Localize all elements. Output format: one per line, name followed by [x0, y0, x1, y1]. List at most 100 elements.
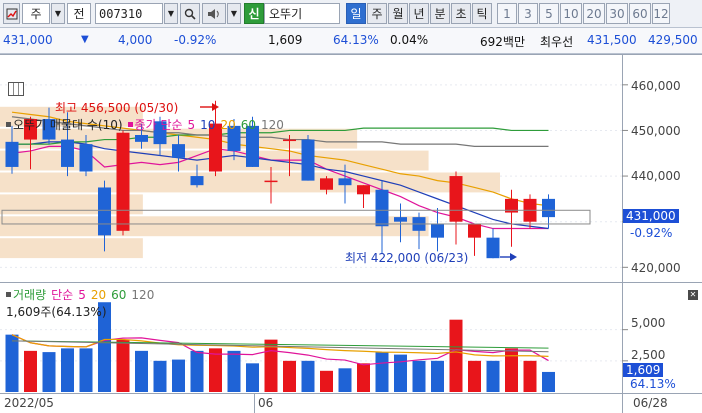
volume-bar-8 — [153, 360, 167, 392]
period-tab-3[interactable]: 년 — [409, 3, 429, 24]
volume-ratio: 64.13% — [333, 33, 379, 47]
speaker-icon[interactable] — [202, 3, 226, 24]
volume-bar-29 — [542, 371, 555, 392]
candle-26 — [486, 228, 500, 259]
code-value: 007310 — [99, 6, 143, 21]
price-tick-420000: 420,000 — [631, 261, 681, 275]
volume-bar-0 — [5, 334, 19, 392]
volume-profile-band-1 — [0, 238, 143, 259]
volume-bar-1 — [24, 350, 37, 392]
chart-area[interactable]: 오뚜기 매물대 수(10) 종가 단순 5 10 20 60 120 460,000 450… — [0, 54, 702, 413]
volume-bar-21 — [394, 354, 407, 392]
stock-name-field[interactable]: 오뚜기 — [264, 3, 340, 24]
volume-bar-2 — [42, 352, 56, 392]
timeframe-tab-3[interactable]: 3 — [518, 3, 538, 24]
volume-bar-3 — [61, 348, 74, 392]
candle-11 — [209, 100, 222, 177]
period-tab-0[interactable]: 일 — [346, 3, 366, 24]
volume-bar-18 — [338, 368, 352, 392]
volume-bar-17 — [320, 370, 333, 392]
timeframe-tab-1[interactable]: 1 — [497, 3, 517, 24]
candle-body-25 — [468, 223, 481, 238]
price-tick-460000: 460,000 — [631, 79, 681, 93]
volume-bar-25 — [468, 360, 481, 392]
vol-legend-ma-label: 단순 — [51, 288, 74, 302]
volume-bar-27 — [505, 348, 518, 392]
legend-bullet — [6, 122, 11, 127]
volume-bar-6 — [116, 339, 130, 392]
candle-body-5 — [98, 187, 111, 236]
legend-ma120: 120 — [261, 118, 284, 132]
market-dropdown-icon[interactable]: ▼ — [51, 3, 65, 24]
candle-body-10 — [190, 176, 204, 186]
market-select[interactable]: 주 — [22, 3, 50, 24]
candle-body-6 — [116, 132, 130, 231]
price-change: 4,000 — [118, 33, 153, 47]
low-annotation: 최저 422,000 (06/23) — [345, 251, 469, 265]
volume-profile-band-4 — [0, 172, 500, 193]
candle-19 — [357, 185, 370, 208]
legend-ma10: 10 — [200, 118, 216, 132]
code-input[interactable]: 007310 — [95, 3, 163, 24]
candle-body-4 — [79, 144, 93, 172]
current-volume-pct: 64.13% — [630, 377, 676, 391]
vol-legend-bullet — [6, 292, 11, 297]
best-ask: 429,500 — [648, 33, 698, 47]
price-tick-450000: 450,000 — [631, 124, 681, 138]
vol-legend-ma5: 5 — [78, 288, 86, 302]
close-icon[interactable]: ✕ — [688, 290, 698, 300]
date-start: 2022/05 — [4, 396, 54, 410]
legend-ma-bullet — [127, 122, 133, 127]
period-tab-2[interactable]: 월 — [388, 3, 408, 24]
volume-profile-band-2 — [0, 216, 429, 237]
volume-bar-22 — [412, 360, 426, 392]
timeframe-tab-12[interactable]: 12 — [652, 3, 670, 24]
best-quote-label: 최우선 — [540, 35, 574, 49]
new-listing-badge: 신 — [244, 3, 264, 24]
search-icon[interactable] — [180, 3, 200, 24]
current-price: 431,000 — [3, 33, 53, 47]
volume-bar-15 — [283, 360, 296, 392]
current-volume-marker: 1,609 — [623, 363, 664, 377]
volume-bar-9 — [172, 359, 185, 392]
date-axis: 2022/05 06 06/28 — [0, 393, 702, 413]
volume-bar-20 — [375, 352, 389, 392]
code-dropdown-icon[interactable]: ▼ — [164, 3, 178, 24]
vol-legend-ma120: 120 — [131, 288, 155, 302]
timeframe-tab-10[interactable]: 10 — [560, 3, 582, 24]
candle-body-3 — [61, 139, 74, 167]
prev-button[interactable]: 전 — [67, 3, 91, 24]
period-tab-5[interactable]: 초 — [451, 3, 471, 24]
prev-button-label: 전 — [73, 7, 85, 21]
candle-body-19 — [357, 185, 370, 195]
legend-ma5: 5 — [187, 118, 196, 132]
down-arrow-icon: ▼ — [81, 34, 89, 45]
volume-legend: 거래량 단순 5 20 60 120 — [6, 286, 159, 303]
timeframe-tab-60[interactable]: 60 — [629, 3, 651, 24]
vol-legend-ma20: 20 — [90, 288, 107, 302]
sound-dropdown-icon[interactable]: ▼ — [227, 3, 241, 24]
candle-29 — [542, 194, 555, 229]
vol-legend-title: 거래량 — [13, 288, 47, 302]
timeframe-tab-30[interactable]: 30 — [606, 3, 628, 24]
low-arrow-head — [510, 253, 517, 261]
candle-20 — [375, 180, 389, 254]
date-end: 06/28 — [633, 396, 668, 410]
period-tab-4[interactable]: 분 — [430, 3, 450, 24]
chart-settings-icon[interactable] — [3, 3, 20, 24]
timeframe-tab-20[interactable]: 20 — [583, 3, 605, 24]
table-icon[interactable] — [8, 82, 24, 96]
candle-body-29 — [542, 198, 555, 218]
candle-25 — [468, 223, 481, 256]
timeframe-tab-5[interactable]: 5 — [539, 3, 559, 24]
new-listing-badge-label: 신 — [248, 7, 260, 21]
volume-bar-19 — [357, 363, 370, 392]
turnover-pct: 0.04% — [390, 33, 429, 47]
candle-body-16 — [301, 139, 315, 181]
legend-ma20: 20 — [220, 118, 236, 132]
volume-bar-11 — [209, 348, 222, 392]
period-tab-1[interactable]: 주 — [367, 3, 387, 24]
period-tab-6[interactable]: 틱 — [472, 3, 492, 24]
candle-body-23 — [431, 223, 444, 238]
candle-body-15 — [283, 139, 296, 142]
